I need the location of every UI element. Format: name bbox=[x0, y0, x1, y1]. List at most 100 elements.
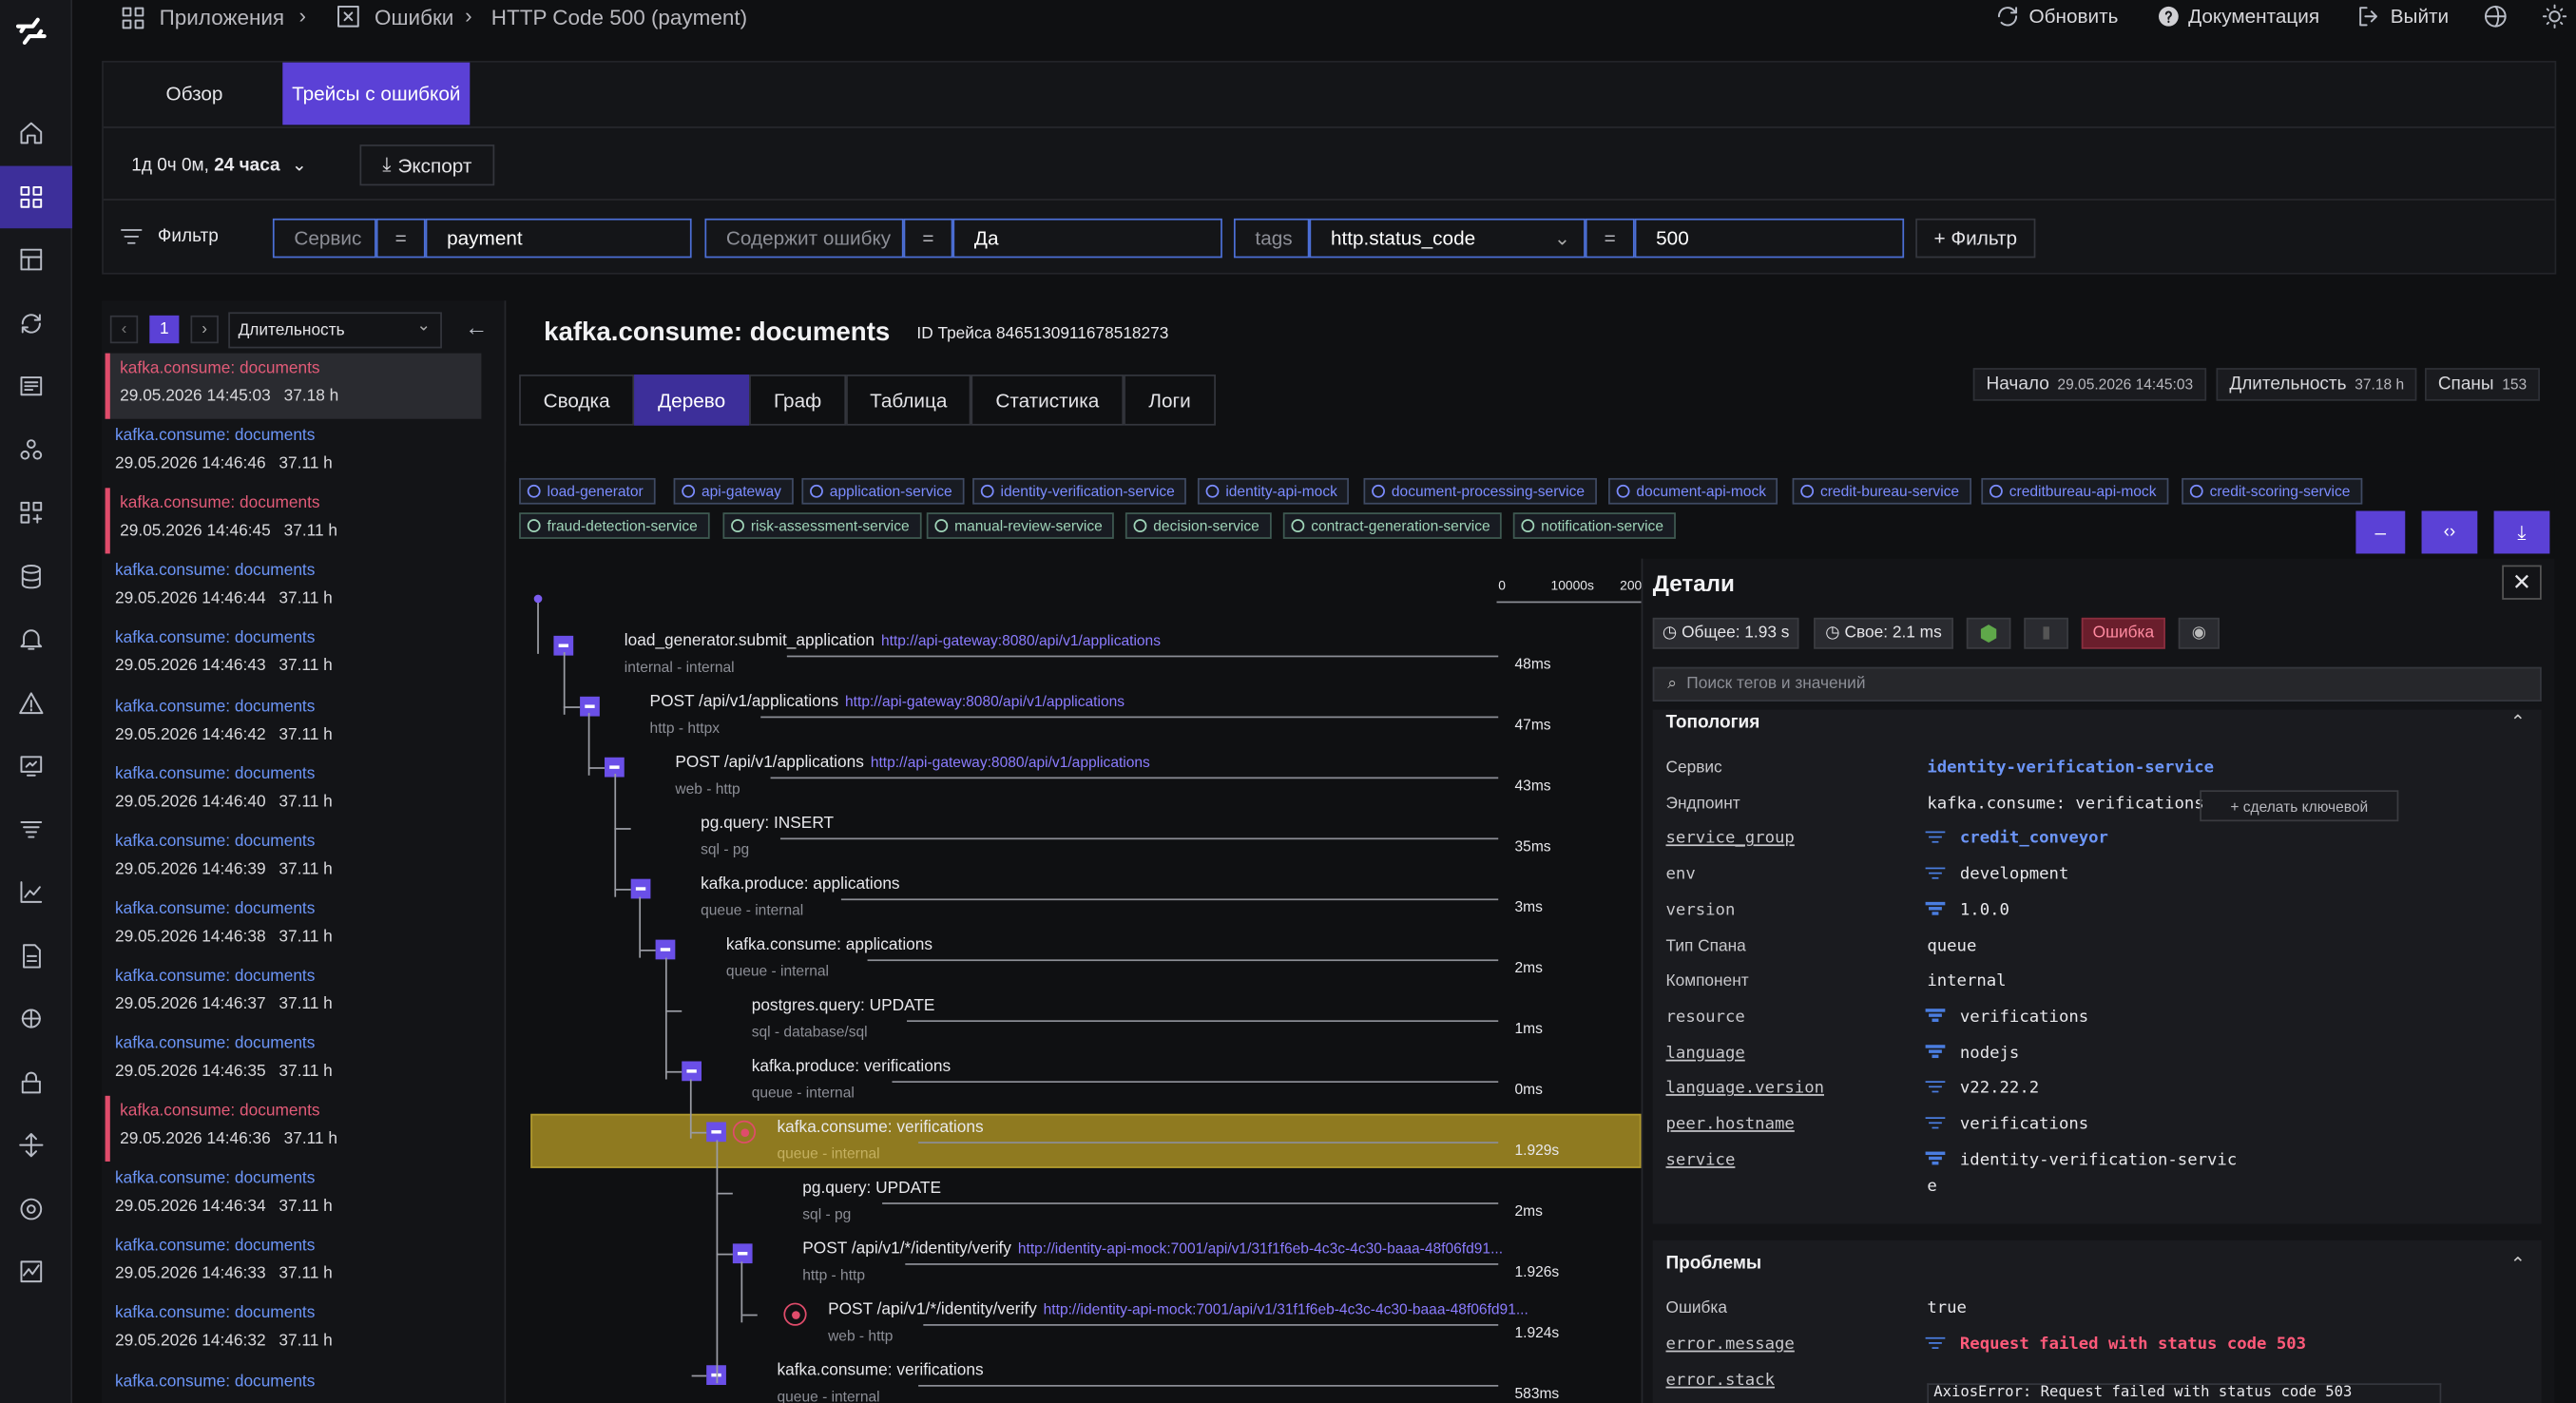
widgets-icon[interactable] bbox=[10, 491, 52, 534]
span-url[interactable]: http://api-gateway:8080/api/v1/applicati… bbox=[845, 693, 1125, 709]
add-filter-button[interactable]: + Фильтр bbox=[1915, 218, 2036, 259]
apps-grid-icon[interactable] bbox=[10, 176, 52, 219]
filter-icon[interactable] bbox=[1925, 1149, 1946, 1165]
collapse-toggle-icon[interactable] bbox=[655, 939, 676, 960]
refresh-button[interactable]: Обновить bbox=[2028, 5, 2118, 28]
dashboard-icon[interactable] bbox=[10, 239, 52, 281]
collapse-list-icon[interactable]: ← bbox=[465, 314, 488, 340]
tab-table[interactable]: Таблица bbox=[846, 375, 971, 426]
service-chip[interactable]: notification-service bbox=[1512, 512, 1676, 539]
span-row[interactable]: kafka.consume: verifications queue - inte… bbox=[0, 1119, 1643, 1180]
trace-list-item[interactable]: kafka.consume: documents 29.05.2026 14:46… bbox=[105, 488, 482, 554]
filter-error-op[interactable]: = bbox=[903, 218, 953, 259]
next-page-button[interactable]: › bbox=[190, 315, 219, 344]
filter-tags-key[interactable]: tags bbox=[1233, 218, 1310, 259]
collapse-toggle-icon[interactable] bbox=[681, 1061, 702, 1082]
service-chip[interactable]: creditbureau-api-mock bbox=[1981, 477, 2168, 505]
detail-value[interactable]: credit_conveyor bbox=[1960, 830, 2108, 848]
chevron-up-icon[interactable]: ⌃ bbox=[2510, 1254, 2526, 1275]
logo-icon[interactable] bbox=[10, 10, 52, 52]
download-trace-button[interactable]: ⤓ bbox=[2493, 510, 2550, 554]
filter-icon[interactable] bbox=[1925, 900, 1946, 916]
theme-sun-icon[interactable] bbox=[2540, 2, 2569, 31]
home-icon[interactable] bbox=[10, 112, 52, 155]
collapse-toggle-icon[interactable] bbox=[706, 1122, 726, 1143]
filter-icon[interactable] bbox=[1925, 1043, 1946, 1059]
filter-error-key[interactable]: Содержит ошибку bbox=[704, 218, 904, 259]
service-chip[interactable]: api-gateway bbox=[673, 477, 793, 505]
logout-button[interactable]: Выйти bbox=[2391, 5, 2449, 28]
filter-service-op[interactable]: = bbox=[375, 218, 426, 259]
filter-service-value[interactable]: payment bbox=[425, 218, 692, 259]
span-row[interactable]: kafka.consume: applications queue - inter… bbox=[0, 936, 1643, 997]
tab-overview[interactable]: Обзор bbox=[166, 82, 223, 105]
filter-error-value[interactable]: Да bbox=[952, 218, 1222, 259]
filter-icon[interactable] bbox=[1925, 1114, 1946, 1130]
tab-statistics[interactable]: Статистика bbox=[971, 375, 1125, 426]
tab-error-traces[interactable]: Трейсы с ошибкой bbox=[282, 62, 471, 125]
span-row[interactable]: kafka.produce: verifications queue - inte… bbox=[0, 1058, 1643, 1119]
refresh-icon[interactable] bbox=[1992, 2, 2022, 31]
tag-search-input[interactable]: ⌕ Поиск тегов и значений bbox=[1652, 666, 2542, 702]
filter-icon[interactable] bbox=[1925, 1007, 1946, 1023]
make-key-button[interactable]: + сделать ключевой bbox=[2200, 790, 2399, 822]
help-icon[interactable] bbox=[2154, 2, 2183, 31]
span-url[interactable]: http://api-gateway:8080/api/v1/applicati… bbox=[881, 632, 1161, 648]
service-chip[interactable]: application-service bbox=[801, 477, 964, 505]
filter-icon[interactable] bbox=[1925, 1334, 1946, 1350]
filter-icon[interactable] bbox=[1925, 864, 1946, 880]
collapse-all-button[interactable]: – bbox=[2355, 510, 2406, 554]
service-chip[interactable]: document-api-mock bbox=[1608, 477, 1778, 505]
code-view-button[interactable]: ‹› bbox=[2421, 510, 2478, 554]
trace-list-item[interactable]: kafka.consume: documents 29.05.2026 14:46… bbox=[106, 421, 482, 487]
filter-tags-value[interactable]: 500 bbox=[1634, 218, 1905, 259]
trace-list-item[interactable]: kafka.consume: documents 29.05.2026 14:46… bbox=[106, 556, 482, 622]
docs-button[interactable]: Документация bbox=[2188, 5, 2319, 28]
span-row[interactable]: POST /api/v1/applications http://api-gate… bbox=[0, 693, 1643, 754]
span-row[interactable]: POST /api/v1/applications http://api-gate… bbox=[0, 754, 1643, 815]
filter-service-key[interactable]: Сервис bbox=[272, 218, 376, 259]
export-button[interactable]: ⤓ Экспорт bbox=[359, 144, 495, 186]
span-row[interactable]: pg.query: INSERT sql - pg 35ms bbox=[0, 815, 1643, 875]
service-chip[interactable]: manual-review-service bbox=[926, 512, 1114, 539]
span-row[interactable]: pg.query: UPDATE sql - pg 2ms bbox=[0, 1180, 1643, 1240]
prev-page-button[interactable]: ‹ bbox=[109, 315, 139, 344]
globe-icon[interactable] bbox=[2481, 2, 2510, 31]
service-chip[interactable]: risk-assessment-service bbox=[722, 512, 921, 539]
visibility-toggle[interactable]: ◉ bbox=[2178, 617, 2220, 649]
service-chip[interactable]: credit-scoring-service bbox=[2182, 477, 2362, 505]
trace-list-item[interactable]: kafka.consume: documents 29.05.2026 14:45… bbox=[105, 353, 482, 419]
services-icon[interactable] bbox=[10, 429, 52, 471]
span-url[interactable]: http://api-gateway:8080/api/v1/applicati… bbox=[871, 754, 1150, 770]
page-number[interactable]: 1 bbox=[149, 315, 180, 344]
service-chip[interactable]: credit-bureau-service bbox=[1792, 477, 1971, 505]
service-chip[interactable]: fraud-detection-service bbox=[519, 512, 709, 539]
breadcrumb-errors[interactable]: Ошибки bbox=[375, 5, 453, 29]
span-row[interactable]: POST /api/v1/*/identity/verify http://ide… bbox=[0, 1301, 1643, 1362]
service-chip[interactable]: decision-service bbox=[1125, 512, 1271, 539]
filter-icon[interactable] bbox=[1925, 1078, 1946, 1094]
service-chip[interactable]: load-generator bbox=[519, 477, 655, 505]
detail-value[interactable]: identity-verification-service bbox=[1927, 759, 2214, 777]
chevron-up-icon[interactable]: ⌃ bbox=[2510, 711, 2526, 733]
span-url[interactable]: http://identity-api-mock:7001/api/v1/31f… bbox=[1044, 1301, 1528, 1317]
span-row[interactable]: postgres.query: UPDATE sql - database/sql… bbox=[0, 997, 1643, 1058]
filter-tags-subkey[interactable]: http.status_code ⌄ bbox=[1309, 218, 1586, 259]
filter-icon[interactable] bbox=[1925, 829, 1946, 845]
database-icon[interactable] bbox=[10, 555, 52, 598]
span-row[interactable]: load_generator.submit_application http://… bbox=[0, 632, 1643, 693]
refresh-cycle-icon[interactable] bbox=[10, 302, 52, 345]
tab-summary[interactable]: Сводка bbox=[519, 375, 635, 426]
tab-logs[interactable]: Логи bbox=[1124, 375, 1216, 426]
collapse-toggle-icon[interactable] bbox=[731, 1243, 752, 1264]
span-row[interactable]: POST /api/v1/*/identity/verify http://ide… bbox=[0, 1240, 1643, 1301]
service-chip[interactable]: identity-verification-service bbox=[972, 477, 1186, 505]
filter-tags-op[interactable]: = bbox=[1585, 218, 1635, 259]
span-row[interactable]: kafka.produce: applications queue - inter… bbox=[0, 875, 1643, 936]
service-chip[interactable]: identity-api-mock bbox=[1197, 477, 1350, 505]
service-chip[interactable]: contract-generation-service bbox=[1282, 512, 1502, 539]
tab-tree[interactable]: Дерево bbox=[634, 375, 750, 426]
tab-graph[interactable]: Граф bbox=[749, 375, 847, 426]
logs-icon[interactable] bbox=[10, 365, 52, 408]
breadcrumb-apps[interactable]: Приложения bbox=[160, 5, 284, 29]
